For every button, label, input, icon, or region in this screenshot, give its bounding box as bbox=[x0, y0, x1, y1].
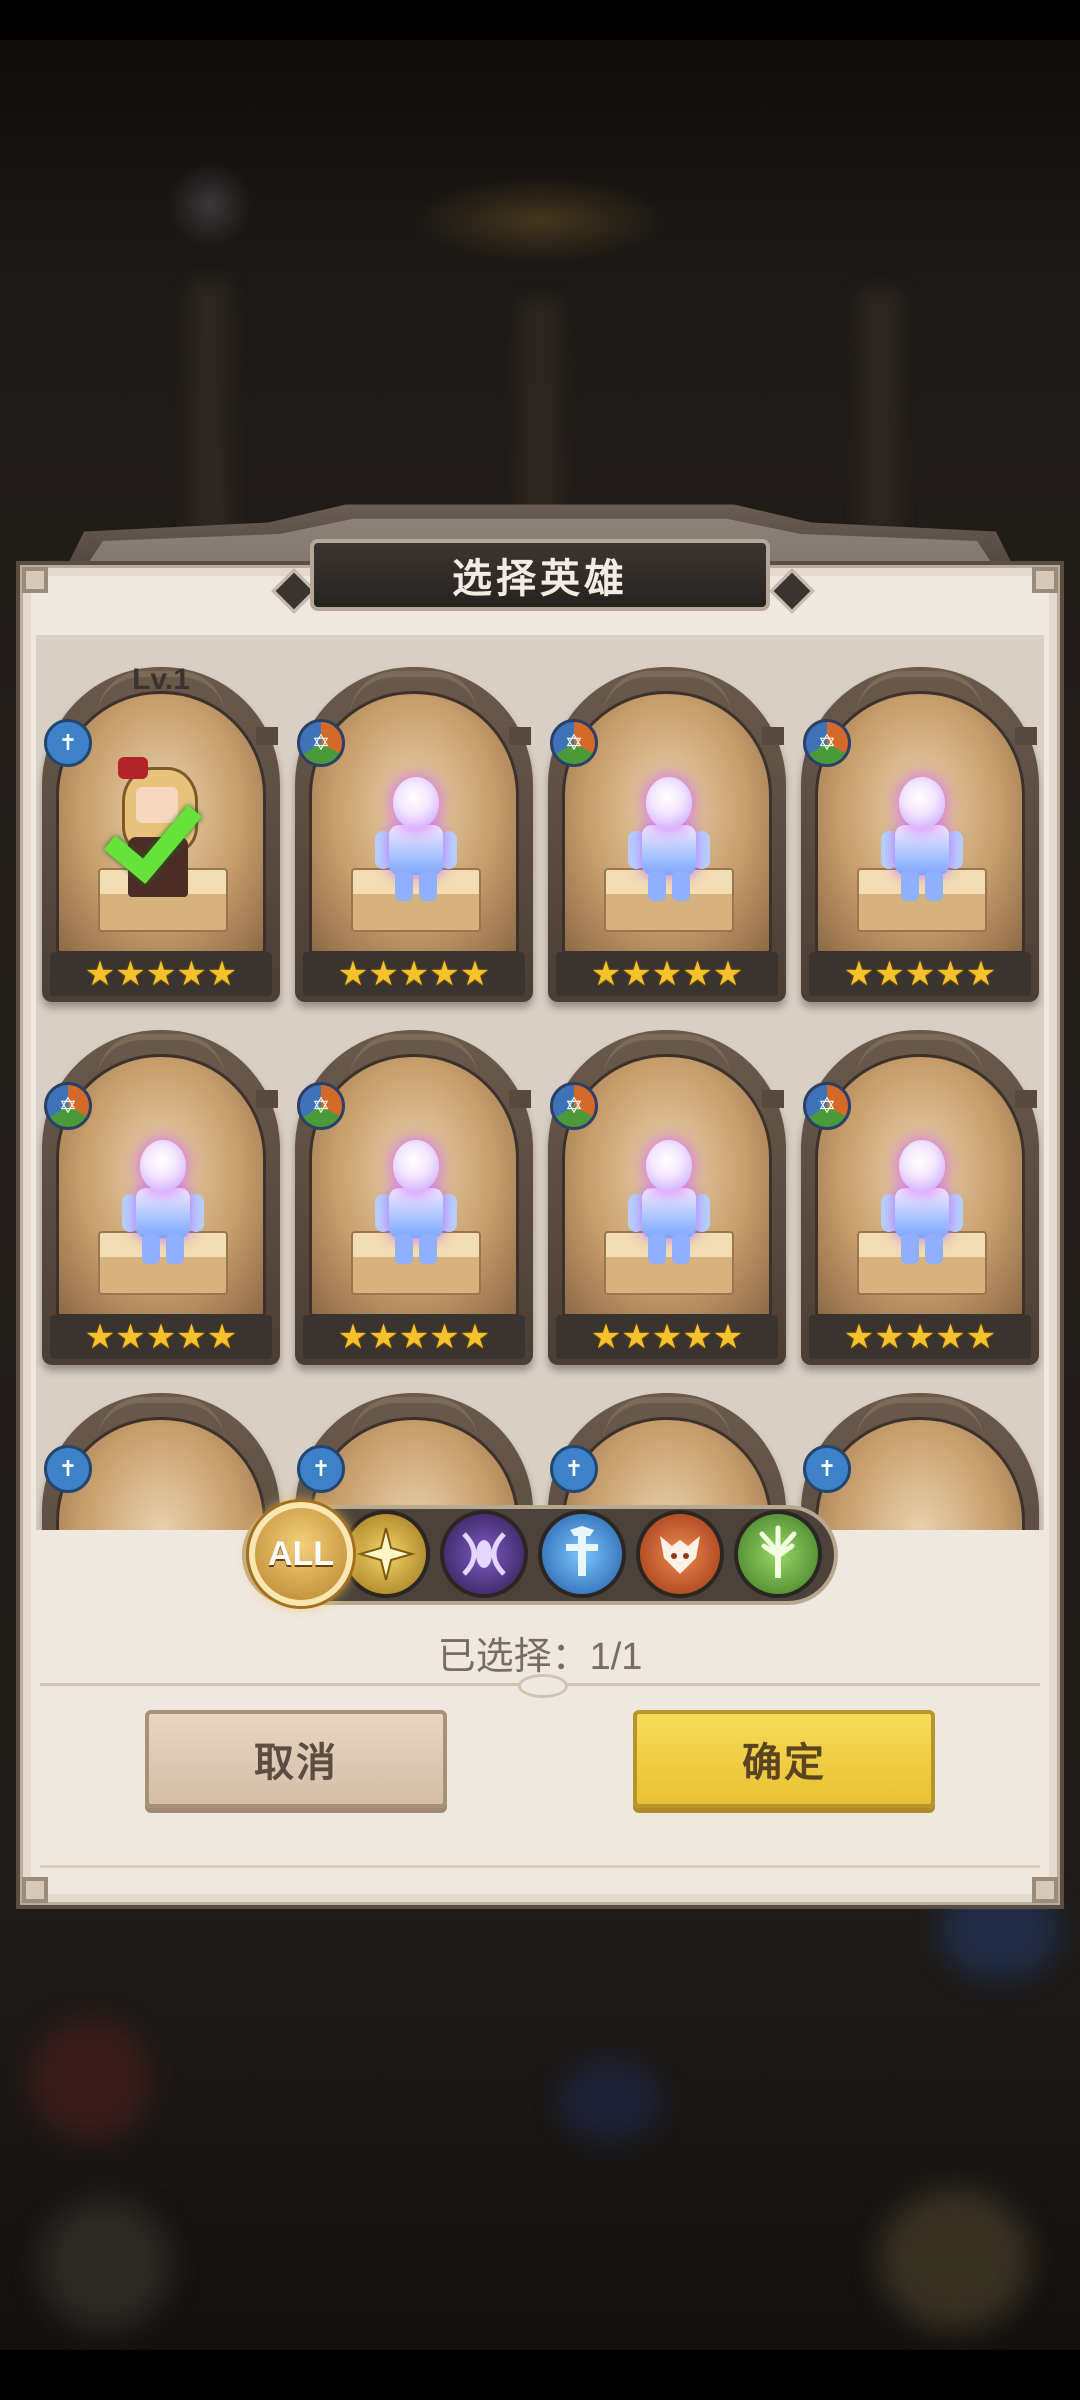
corner-ornament bbox=[22, 1877, 48, 1903]
tri-faction-icon: ✡ bbox=[297, 1082, 345, 1130]
hero-card-4[interactable]: ✡ ★★★★★ bbox=[801, 667, 1039, 1002]
hero-level: Lv.1 bbox=[132, 663, 190, 696]
tri-faction-icon: ✡ bbox=[44, 1082, 92, 1130]
confirm-button[interactable]: 确定 bbox=[633, 1710, 935, 1808]
corner-ornament bbox=[1032, 1877, 1058, 1903]
tri-faction-icon: ✡ bbox=[297, 719, 345, 767]
hero-stars: ★★★★★ bbox=[303, 952, 525, 996]
hero-stars: ★★★★★ bbox=[809, 1315, 1031, 1359]
divider-ornament bbox=[518, 1674, 568, 1698]
hero-card-9[interactable]: ✝ bbox=[42, 1393, 280, 1530]
hero-stars: ★★★★★ bbox=[556, 952, 778, 996]
human-faction-icon: ✝ bbox=[297, 1445, 345, 1493]
dark-faction-icon[interactable] bbox=[440, 1510, 528, 1598]
select-hero-dialog: 选择英雄 Lv.1 ✝ ★★★★★ ✡ ★★★★★ ✡ ★★★★★ ✡ ★★★★… bbox=[20, 504, 1060, 1905]
status-bar bbox=[0, 0, 1080, 40]
hero-card-8[interactable]: ✡ ★★★★★ bbox=[801, 1030, 1039, 1365]
human-faction-icon: ✝ bbox=[44, 1445, 92, 1493]
tri-faction-icon: ✡ bbox=[550, 1082, 598, 1130]
hero-card-1[interactable]: Lv.1 ✝ ★★★★★ bbox=[42, 663, 280, 1002]
hero-card-7[interactable]: ✡ ★★★★★ bbox=[548, 1030, 786, 1365]
human-faction-icon: ✝ bbox=[550, 1445, 598, 1493]
mystery-hero-icon bbox=[365, 1140, 465, 1270]
hero-stars: ★★★★★ bbox=[303, 1315, 525, 1359]
hero-stars: ★★★★★ bbox=[50, 1315, 272, 1359]
light-faction-icon[interactable] bbox=[342, 1510, 430, 1598]
mystery-hero-icon bbox=[871, 777, 971, 907]
beast-faction-icon[interactable] bbox=[636, 1510, 724, 1598]
mystery-hero-icon bbox=[871, 1140, 971, 1270]
corner-ornament bbox=[1032, 567, 1058, 593]
all-filter-button[interactable]: ALL bbox=[249, 1502, 353, 1606]
navigation-bar bbox=[0, 2350, 1080, 2400]
nature-faction-icon[interactable] bbox=[734, 1510, 822, 1598]
hero-stars: ★★★★★ bbox=[809, 952, 1031, 996]
human-faction-icon: ✝ bbox=[44, 719, 92, 767]
hero-card-12[interactable]: ✝ bbox=[801, 1393, 1039, 1530]
hero-grid[interactable]: Lv.1 ✝ ★★★★★ ✡ ★★★★★ ✡ ★★★★★ ✡ ★★★★★ ✡ ★… bbox=[36, 635, 1044, 1530]
mystery-hero-icon bbox=[112, 1140, 212, 1270]
mystery-hero-icon bbox=[365, 777, 465, 907]
mystery-hero-icon bbox=[618, 777, 718, 907]
hero-stars: ★★★★★ bbox=[556, 1315, 778, 1359]
cancel-button[interactable]: 取消 bbox=[145, 1710, 447, 1808]
hero-card-5[interactable]: ✡ ★★★★★ bbox=[42, 1030, 280, 1365]
human-faction-icon: ✝ bbox=[803, 1445, 851, 1493]
tri-faction-icon: ✡ bbox=[550, 719, 598, 767]
selected-count: 已选择：1/1 bbox=[437, 1636, 643, 1678]
hero-stars: ★★★★★ bbox=[50, 952, 272, 996]
hero-card-6[interactable]: ✡ ★★★★★ bbox=[295, 1030, 533, 1365]
tri-faction-icon: ✡ bbox=[803, 719, 851, 767]
corner-ornament bbox=[22, 567, 48, 593]
mystery-hero-icon bbox=[618, 1140, 718, 1270]
selected-check-icon bbox=[90, 785, 210, 845]
human-faction-icon[interactable] bbox=[538, 1510, 626, 1598]
hero-card-2[interactable]: ✡ ★★★★★ bbox=[295, 667, 533, 1002]
bottom-ornament bbox=[40, 1865, 1040, 1868]
hero-card-3[interactable]: ✡ ★★★★★ bbox=[548, 667, 786, 1002]
tri-faction-icon: ✡ bbox=[803, 1082, 851, 1130]
dialog-title: 选择英雄 bbox=[310, 539, 770, 611]
